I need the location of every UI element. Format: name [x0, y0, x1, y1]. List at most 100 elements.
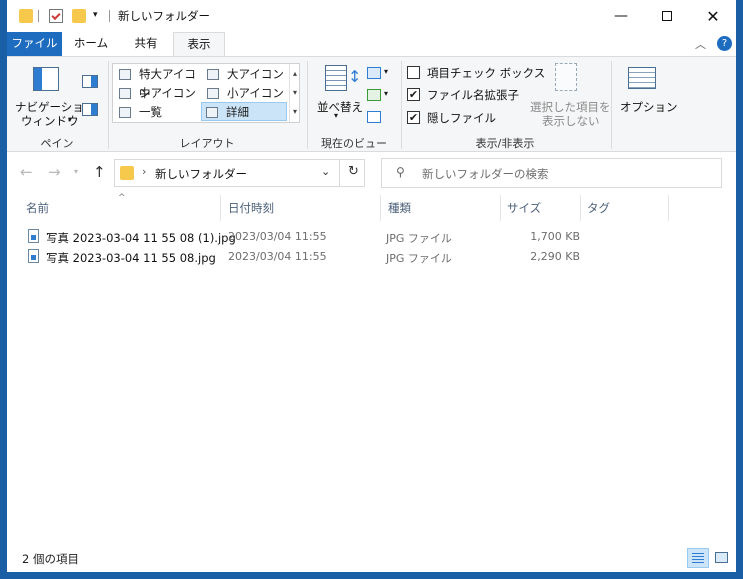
explorer-window: ▾ 新しいフォルダー — ✕ ファイル ホーム 共有 表示 ︿ ? ナビゲーショ…	[7, 0, 736, 572]
item-checkboxes-checkbox[interactable]	[407, 66, 420, 79]
layout-details[interactable]: 詳細	[201, 102, 287, 121]
address-bar[interactable]: › 新しいフォルダー ⌄ ↻	[114, 159, 365, 187]
tab-file[interactable]: ファイル	[7, 32, 62, 56]
group-label-layout: レイアウト	[179, 137, 235, 150]
details-pane-icon[interactable]	[82, 103, 98, 116]
file-name[interactable]: 写真 2023-03-04 11 55 08.jpg	[46, 250, 216, 266]
sort-by-icon[interactable]	[325, 65, 347, 91]
layout-large-icons[interactable]: 大アイコン	[203, 65, 289, 84]
file-date: 2023/03/04 11:55	[228, 230, 327, 243]
layout-small-icons[interactable]: 小アイコン	[203, 84, 289, 103]
column-divider[interactable]	[500, 195, 501, 221]
preview-pane-icon[interactable]	[82, 75, 98, 88]
file-extensions-label: ファイル名拡張子	[427, 88, 519, 102]
jpg-file-icon	[28, 229, 39, 243]
window-title: 新しいフォルダー	[118, 9, 210, 23]
minimize-button[interactable]: —	[598, 0, 644, 32]
qat-divider	[38, 10, 39, 22]
column-header-type[interactable]: 種類	[388, 200, 411, 216]
options-icon[interactable]	[628, 67, 656, 89]
small-icons-icon	[207, 88, 219, 99]
details-view-icon	[692, 553, 704, 563]
file-size: 1,700 KB	[530, 230, 580, 243]
title-divider	[109, 10, 110, 22]
navigation-pane-icon[interactable]	[33, 67, 59, 91]
gallery-scroll[interactable]: ▴ ▾ ▾	[289, 64, 300, 122]
size-columns-icon[interactable]	[367, 111, 381, 123]
chevron-down-icon[interactable]: ▾	[334, 111, 338, 120]
help-icon[interactable]: ?	[717, 36, 732, 51]
large-icons-view-button[interactable]	[712, 548, 732, 568]
large-icons-view-icon	[715, 552, 728, 563]
status-item-count: 2 個の項目	[22, 552, 79, 566]
hide-selected-label-2: 表示しない	[542, 114, 600, 128]
details-view-button[interactable]	[687, 548, 709, 568]
column-header-name[interactable]: 名前	[26, 200, 49, 216]
layout-list[interactable]: 一覧	[115, 103, 201, 122]
hidden-items-label: 隠しファイル	[427, 111, 496, 125]
ribbon-tabs: ファイル ホーム 共有 表示 ︿ ?	[7, 32, 736, 56]
column-header-size[interactable]: サイズ	[507, 200, 541, 216]
address-dropdown-icon[interactable]: ⌄	[321, 165, 330, 178]
search-icon: ⚲	[396, 165, 405, 179]
properties-icon[interactable]	[49, 9, 63, 23]
tab-home[interactable]: ホーム	[64, 32, 118, 56]
sort-by-button[interactable]: 並べ替え	[317, 99, 363, 115]
checkmark-icon	[51, 10, 61, 21]
column-divider[interactable]	[668, 195, 669, 221]
address-divider	[339, 160, 340, 186]
forward-arrow-icon[interactable]: →	[48, 163, 61, 181]
maximize-button[interactable]	[644, 0, 690, 32]
folder-icon	[19, 9, 33, 23]
navigation-bar: ← → ▾ ↑ › 新しいフォルダー ⌄ ↻ ⚲ 新しいフォルダーの検索	[7, 152, 736, 192]
group-by-icon[interactable]	[367, 67, 381, 79]
sort-arrow-icon: ↕	[348, 67, 362, 86]
sort-ascending-icon: ^	[118, 193, 126, 203]
column-divider[interactable]	[380, 195, 381, 221]
up-arrow-icon[interactable]: ↑	[93, 163, 106, 181]
column-header-tags[interactable]: タグ	[587, 200, 610, 216]
hidden-items-checkbox[interactable]: ✔	[407, 111, 420, 124]
tab-view[interactable]: 表示	[173, 32, 225, 56]
qat-dropdown-icon[interactable]: ▾	[93, 10, 98, 20]
maximize-icon	[662, 11, 672, 21]
hide-selected-icon	[555, 63, 577, 91]
close-button[interactable]: ✕	[690, 0, 736, 32]
layout-extra-large-icons[interactable]: 特大アイコン	[115, 65, 201, 100]
medium-icons-icon	[119, 88, 131, 99]
search-box[interactable]: ⚲ 新しいフォルダーの検索	[381, 158, 722, 188]
search-placeholder: 新しいフォルダーの検索	[422, 167, 549, 181]
jpg-file-icon	[28, 249, 39, 263]
breadcrumb-chevron-icon: ›	[142, 165, 147, 178]
group-label-show-hide: 表示/非表示	[475, 137, 535, 150]
file-name[interactable]: 写真 2023-03-04 11 55 08 (1).jpg	[46, 230, 236, 246]
file-type: JPG ファイル	[386, 252, 452, 265]
layout-medium-icons[interactable]: 中アイコン	[115, 84, 201, 103]
group-label-pane: ペイン	[40, 137, 74, 150]
back-arrow-icon[interactable]: ←	[20, 163, 33, 181]
chevron-down-icon[interactable]: ▾	[68, 115, 72, 124]
chevron-down-icon[interactable]: ▾	[384, 67, 388, 76]
tab-share[interactable]: 共有	[120, 32, 172, 56]
group-label-current-view: 現在のビュー	[321, 137, 387, 150]
group-separator	[611, 61, 612, 149]
layout-gallery: 特大アイコン 大アイコン 中アイコン 小アイコン 一覧 詳細 ▴ ▾ ▾	[112, 63, 300, 123]
options-button[interactable]: オプション	[620, 99, 678, 115]
column-divider[interactable]	[220, 195, 221, 221]
file-extensions-checkbox[interactable]: ✔	[407, 88, 420, 101]
refresh-icon[interactable]: ↻	[348, 164, 359, 179]
column-header-date[interactable]: 日付時刻	[228, 200, 274, 216]
file-row[interactable]: 写真 2023-03-04 11 55 08 (1).jpg 2023/03/0…	[26, 227, 706, 247]
recent-locations-icon[interactable]: ▾	[74, 167, 78, 176]
add-columns-icon[interactable]	[367, 89, 381, 101]
new-folder-icon[interactable]	[72, 9, 86, 23]
address-path[interactable]: 新しいフォルダー	[155, 166, 247, 182]
item-checkboxes-label: 項目チェック ボックス	[427, 66, 546, 80]
file-date: 2023/03/04 11:55	[228, 250, 327, 263]
extra-large-icons-icon	[119, 69, 131, 80]
collapse-ribbon-icon[interactable]: ︿	[695, 36, 706, 52]
chevron-down-icon[interactable]: ▾	[384, 89, 388, 98]
file-row[interactable]: 写真 2023-03-04 11 55 08.jpg 2023/03/04 11…	[26, 247, 706, 267]
details-icon	[206, 107, 218, 118]
column-divider[interactable]	[580, 195, 581, 221]
